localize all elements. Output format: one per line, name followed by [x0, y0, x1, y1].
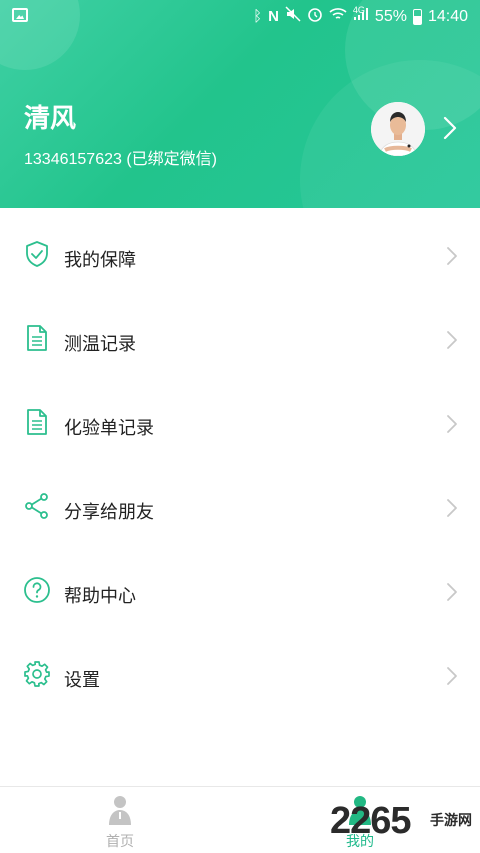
menu-item-lab-report-records[interactable]: 化验单记录	[0, 376, 480, 460]
chevron-right-icon	[447, 583, 457, 601]
chevron-right-icon	[447, 667, 457, 685]
gallery-icon	[12, 8, 28, 22]
watermark-suffix: 手游网	[430, 813, 472, 829]
battery-icon	[412, 8, 422, 25]
signal-icon: 4G	[353, 5, 369, 27]
alarm-icon	[307, 6, 323, 27]
chevron-right-icon	[447, 331, 457, 349]
home-person-icon	[109, 796, 131, 825]
watermark-logo: 2265 手游网	[330, 800, 480, 850]
menu-list: 我的保障 测温记录 化验单记录 分享给朋友 帮助中心 设置	[0, 208, 480, 712]
menu-item-label: 测温记录	[64, 334, 136, 355]
wifi-icon	[329, 7, 347, 26]
profile-header[interactable]: ᛒ N 4G 55% 14:40 清风 13346157623 (已绑定微信)	[0, 0, 480, 208]
document-icon	[27, 409, 47, 435]
tab-label: 首页	[106, 834, 134, 850]
document-icon	[27, 325, 47, 351]
user-phone: 13346157623 (已绑定微信)	[24, 151, 217, 168]
chevron-right-icon	[447, 499, 457, 517]
menu-item-temperature-records[interactable]: 测温记录	[0, 292, 480, 376]
nfc-icon: N	[268, 7, 279, 25]
menu-item-label: 分享给朋友	[64, 502, 154, 523]
menu-item-label: 我的保障	[64, 250, 136, 271]
menu-item-my-coverage[interactable]: 我的保障	[0, 208, 480, 292]
network-type: 4G	[352, 4, 365, 15]
user-name: 清风	[24, 104, 77, 134]
menu-item-label: 化验单记录	[64, 418, 154, 439]
help-circle-icon	[24, 577, 50, 603]
status-time: 14:40	[427, 7, 468, 25]
avatar[interactable]	[371, 102, 425, 156]
shield-check-icon	[26, 241, 48, 267]
chevron-right-icon	[447, 247, 457, 265]
menu-item-help-center[interactable]: 帮助中心	[0, 544, 480, 628]
share-icon	[25, 493, 48, 519]
menu-item-label: 帮助中心	[64, 586, 136, 607]
battery-percent: 55%	[374, 7, 407, 25]
chevron-right-icon[interactable]	[443, 116, 457, 140]
menu-item-label: 设置	[64, 670, 100, 691]
bluetooth-icon: ᛒ	[253, 7, 263, 25]
mute-icon	[285, 6, 301, 27]
menu-item-settings[interactable]: 设置	[0, 628, 480, 712]
chevron-right-icon	[447, 415, 457, 433]
gear-icon	[24, 661, 50, 687]
tab-home[interactable]: 首页	[60, 787, 180, 853]
status-bar: ᛒ N 4G 55% 14:40	[0, 0, 480, 32]
menu-item-share-with-friends[interactable]: 分享给朋友	[0, 460, 480, 544]
watermark-number: 2265	[330, 800, 412, 842]
